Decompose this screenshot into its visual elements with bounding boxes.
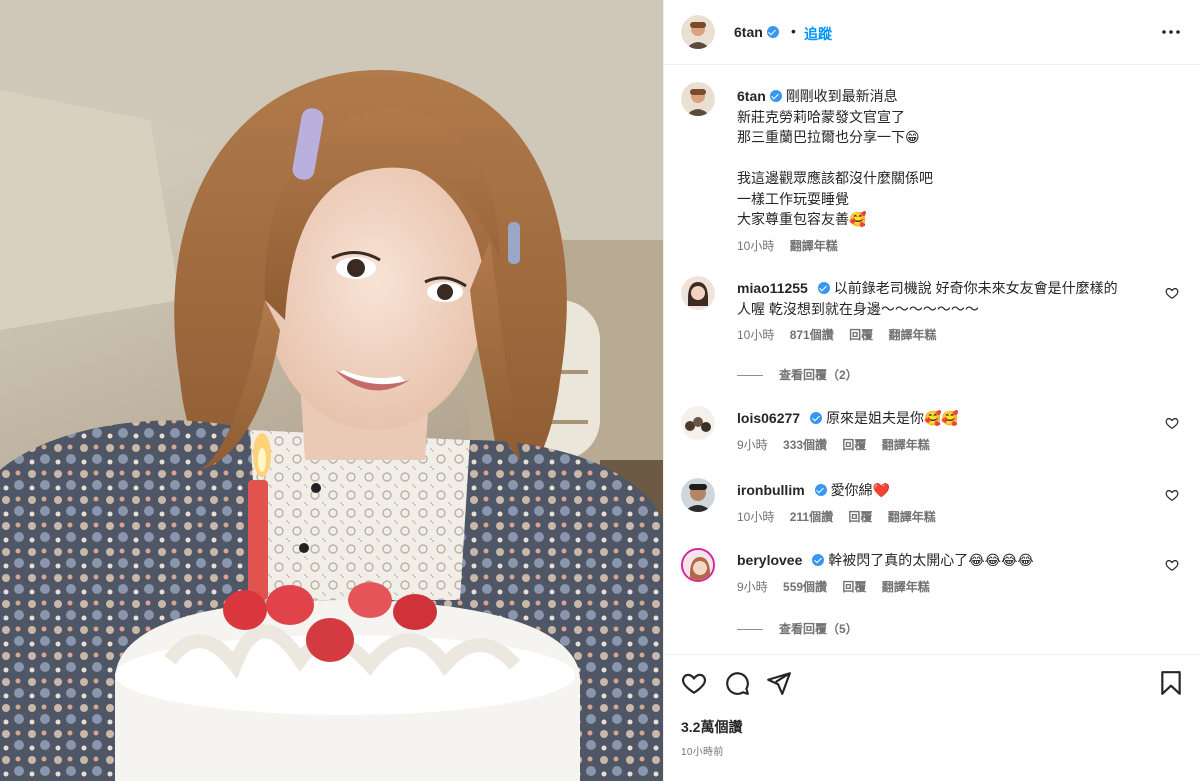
caption-line: 大家尊重包容友善🥰 — [737, 211, 867, 227]
post-likes-count[interactable]: 3.2萬個讚 — [681, 717, 742, 737]
reply-button[interactable]: 回覆 — [848, 510, 872, 524]
post-header: 6tan • 追蹤 — [664, 0, 1200, 65]
view-replies-button[interactable]: 查看回覆（2） — [737, 366, 858, 383]
commenter-username[interactable]: miao11255 — [737, 280, 808, 296]
reply-button[interactable]: 回覆 — [842, 438, 866, 452]
caption-time: 10小時 — [737, 238, 775, 253]
caption-body: 6tan 剛剛收到最新消息 新莊克勞莉哈蒙發文官宣了 那三重蘭巴拉爾也分享一下😁… — [737, 86, 1177, 256]
commenter-avatar[interactable] — [681, 406, 715, 440]
comment-time: 10小時 — [737, 509, 775, 524]
comment-likes[interactable]: 871個讚 — [790, 328, 834, 342]
comment-text: 原來是姐夫是你🥰🥰 — [825, 410, 959, 426]
comment-text-line: 人喔 乾沒想到就在身邊～～～～～～～ — [737, 300, 979, 317]
comment-meta: 10小時 211個讚 回覆 翻譯年糕 — [737, 507, 1157, 528]
comment-text-line: lois06277 原來是姐夫是你🥰🥰 — [737, 408, 1157, 429]
commenter-username[interactable]: ironbullim — [737, 482, 805, 498]
verified-icon — [769, 90, 782, 102]
comment-time: 9小時 — [737, 579, 768, 594]
comment-meta: 9小時 559個讚 回覆 翻譯年糕 — [737, 577, 1157, 598]
comment-body: lois06277 原來是姐夫是你🥰🥰 9小時 333個讚 回覆 翻譯年糕 — [737, 408, 1157, 455]
bookmark-icon[interactable] — [1158, 670, 1184, 696]
commenter-avatar[interactable] — [681, 478, 715, 512]
comment-body: miao11255 以前錄老司機說 好奇你未來女友會是什麼樣的 人喔 乾沒想到就… — [737, 278, 1157, 346]
comment-text: 愛你綿❤️ — [830, 482, 890, 498]
translate-button[interactable]: 翻譯年糕 — [888, 510, 936, 524]
instagram-post: 6tan • 追蹤 6tan 剛剛收到最新消息 新莊克勞莉哈蒙發文官宣了 那三重… — [0, 0, 1200, 781]
heart-icon[interactable] — [681, 670, 707, 696]
caption-text: 剛剛收到最新消息 — [785, 88, 898, 104]
author-username[interactable]: 6tan — [734, 24, 779, 40]
comment-text: 幹被閃了真的太開心了😂😂😂😂 — [828, 552, 1034, 568]
caption-line: 我這邊觀眾應該都沒什麼關係吧 — [737, 170, 933, 186]
caption-line: 6tan 剛剛收到最新消息 — [737, 86, 1177, 107]
like-comment-heart-icon[interactable] — [1165, 558, 1179, 572]
caption-line — [737, 148, 1177, 169]
translate-button[interactable]: 翻譯年糕 — [888, 328, 936, 342]
comment-text-line: ironbullim 愛你綿❤️ — [737, 480, 1157, 501]
caption-line: 新莊克勞莉哈蒙發文官宣了 — [737, 108, 905, 125]
comment-meta: 9小時 333個讚 回覆 翻譯年糕 — [737, 435, 1157, 456]
comment-body: ironbullim 愛你綿❤️ 10小時 211個讚 回覆 翻譯年糕 — [737, 480, 1157, 527]
post-time: 10小時前 — [681, 747, 724, 758]
comment-text-line: miao11255 以前錄老司機說 好奇你未來女友會是什麼樣的 — [737, 278, 1157, 299]
verified-icon — [810, 412, 823, 424]
caption-meta: 10小時 翻譯年糕 — [737, 236, 1177, 257]
more-icon[interactable] — [1161, 22, 1181, 42]
translate-button[interactable]: 翻譯年糕 — [882, 580, 930, 594]
comment-time: 9小時 — [737, 437, 768, 452]
comment-time: 10小時 — [737, 328, 775, 342]
translate-button[interactable]: 翻譯年糕 — [790, 239, 838, 253]
share-icon[interactable] — [766, 670, 792, 696]
birthday-photo-illustration — [0, 0, 663, 781]
comment-text: 以前錄老司機說 好奇你未來女友會是什麼樣的 — [833, 280, 1118, 296]
comment-likes[interactable]: 333個讚 — [783, 438, 827, 452]
comment-text-line: berylovee 幹被閃了真的太開心了😂😂😂😂 — [737, 550, 1157, 571]
translate-button[interactable]: 翻譯年糕 — [882, 438, 930, 452]
author-username-text[interactable]: 6tan — [734, 24, 763, 40]
separator-dot: • — [791, 23, 796, 39]
verified-icon — [812, 554, 825, 566]
comment-likes[interactable]: 559個讚 — [783, 580, 827, 594]
post-actions: 3.2萬個讚 10小時前 — [664, 654, 1200, 781]
reply-button[interactable]: 回覆 — [842, 580, 866, 594]
comment-likes[interactable]: 211個讚 — [790, 510, 833, 524]
like-comment-heart-icon[interactable] — [1165, 488, 1179, 502]
post-photo[interactable] — [0, 0, 663, 781]
follow-button[interactable]: 追蹤 — [804, 24, 832, 44]
comment-meta: 10小時 871個讚 回覆 翻譯年糕 — [737, 325, 1157, 346]
post-side-panel: 6tan • 追蹤 6tan 剛剛收到最新消息 新莊克勞莉哈蒙發文官宣了 那三重… — [663, 0, 1200, 781]
verified-icon — [817, 282, 830, 294]
like-comment-heart-icon[interactable] — [1165, 286, 1179, 300]
caption-avatar[interactable] — [681, 82, 715, 116]
commenter-avatar[interactable] — [681, 276, 715, 310]
commenter-avatar[interactable] — [681, 548, 715, 582]
comment-body: berylovee 幹被閃了真的太開心了😂😂😂😂 9小時 559個讚 回覆 翻譯… — [737, 550, 1157, 597]
like-comment-heart-icon[interactable] — [1165, 416, 1179, 430]
caption-line: 那三重蘭巴拉爾也分享一下😁 — [737, 129, 920, 145]
verified-icon — [814, 484, 827, 496]
view-replies-button[interactable]: 查看回覆（5） — [737, 620, 858, 637]
reply-button[interactable]: 回覆 — [849, 328, 873, 342]
author-avatar[interactable] — [681, 15, 715, 49]
commenter-username[interactable]: berylovee — [737, 552, 802, 568]
comment-icon[interactable] — [724, 670, 750, 696]
caption-username[interactable]: 6tan — [737, 88, 766, 104]
caption-line: 一樣工作玩耍睡覺 — [737, 190, 849, 207]
commenter-username[interactable]: lois06277 — [737, 410, 800, 426]
verified-icon — [766, 26, 779, 38]
